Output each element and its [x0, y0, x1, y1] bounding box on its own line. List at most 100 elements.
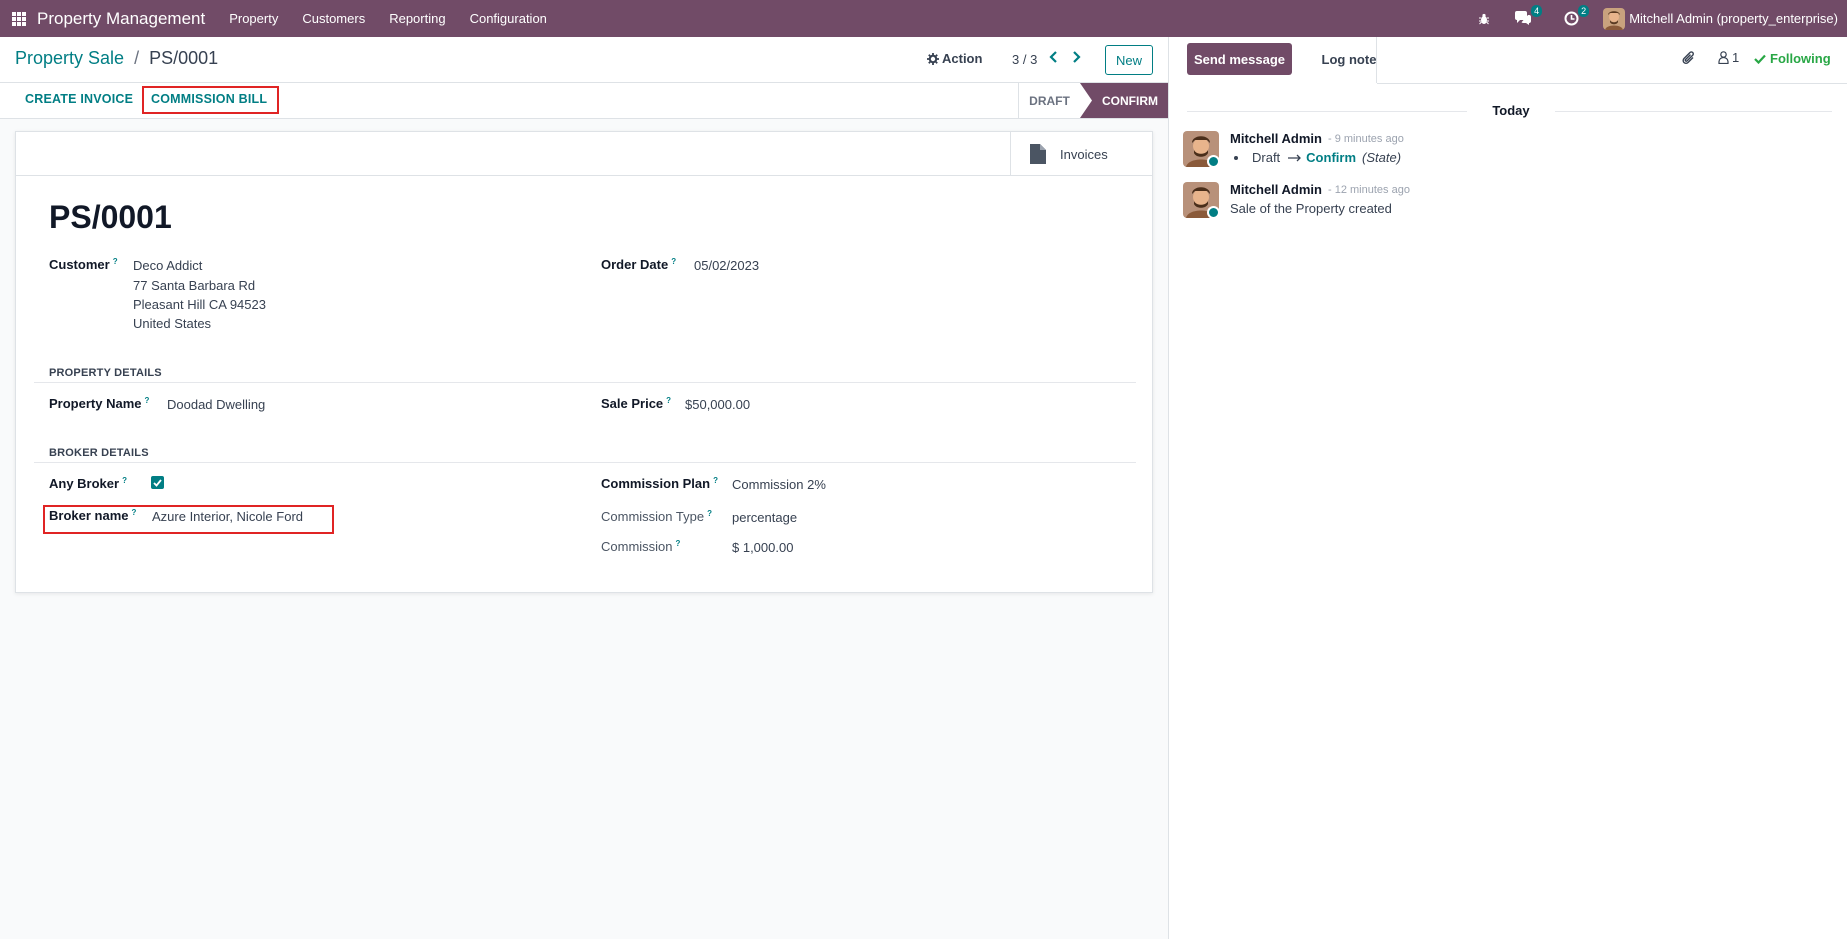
property-name-field[interactable]: Doodad Dwelling: [167, 397, 265, 412]
check-icon: [1754, 54, 1766, 64]
commission-field[interactable]: $ 1,000.00: [732, 540, 793, 555]
any-broker-label: Any Broker?: [49, 476, 127, 491]
form-statusbar: CREATE INVOICE COMMISSION BILL DRAFT CON…: [0, 83, 1168, 119]
pager-previous-icon[interactable]: [1049, 51, 1059, 66]
customer-label: Customer?: [49, 257, 118, 272]
help-icon[interactable]: ?: [676, 539, 681, 548]
commission-plan-label: Commission Plan?: [601, 476, 718, 491]
sale-price-label: Sale Price?: [601, 396, 671, 411]
message-author[interactable]: Mitchell Admin: [1230, 182, 1322, 197]
bullet: [1234, 155, 1238, 160]
customer-address-line: Pleasant Hill CA 94523: [133, 297, 266, 312]
user-menu[interactable]: Mitchell Admin (property_enterprise): [1603, 7, 1838, 30]
gear-icon: [927, 52, 939, 65]
online-status-dot: [1207, 206, 1220, 219]
activity-clock-icon[interactable]: 2: [1564, 5, 1590, 26]
help-icon[interactable]: ?: [131, 508, 136, 517]
help-icon[interactable]: ?: [113, 257, 118, 266]
date-separator-label: Today: [1471, 103, 1551, 118]
menu-reporting[interactable]: Reporting: [377, 11, 457, 26]
any-broker-label-text: Any Broker: [49, 476, 120, 491]
customer-name-link[interactable]: Deco Addict: [133, 258, 202, 273]
breadcrumb-parent[interactable]: Property Sale: [15, 48, 124, 68]
user-icon: [1718, 51, 1729, 64]
app-name[interactable]: Property Management: [37, 9, 205, 29]
commission-type-label: Commission Type?: [601, 509, 712, 524]
messages-badge: 4: [1531, 5, 1543, 17]
log-note-button[interactable]: Log note: [1307, 43, 1391, 75]
user-name: Mitchell Admin (property_enterprise): [1629, 11, 1838, 26]
order-date-label-text: Order Date: [601, 257, 669, 272]
tracking-new-value: Confirm: [1306, 150, 1357, 165]
property-name-label-text: Property Name: [49, 396, 142, 411]
activities-badge: 2: [1578, 5, 1590, 17]
record-title: PS/0001: [49, 199, 172, 235]
order-date-label: Order Date?: [601, 257, 676, 272]
help-icon[interactable]: ?: [707, 509, 712, 518]
commission-type-field[interactable]: percentage: [732, 510, 797, 525]
help-icon[interactable]: ?: [144, 396, 149, 405]
order-date-field[interactable]: 05/02/2023: [694, 258, 759, 273]
sale-price-label-text: Sale Price: [601, 396, 664, 411]
tracking-old-value: Draft: [1252, 150, 1281, 165]
action-label: Action: [942, 51, 983, 66]
stage-draft[interactable]: DRAFT: [1018, 83, 1080, 118]
chatter-panel: Send message Log note 1 Following Today …: [1168, 37, 1847, 939]
broker-details-title: BROKER DETAILS: [49, 447, 149, 459]
apps-grid-icon[interactable]: [12, 11, 26, 26]
broker-name-field[interactable]: Azure Interior, Nicole Ford: [152, 509, 303, 524]
top-navbar: Property Management Property Customers R…: [0, 0, 1847, 37]
help-icon[interactable]: ?: [122, 476, 127, 485]
create-invoice-button[interactable]: CREATE INVOICE: [25, 92, 133, 106]
invoices-label: Invoices: [1060, 146, 1108, 162]
menu-configuration[interactable]: Configuration: [458, 11, 559, 26]
new-record-button[interactable]: New: [1105, 45, 1153, 75]
stage-confirm[interactable]: CONFIRM: [1080, 83, 1168, 118]
tracking-field-name: (State): [1362, 150, 1402, 165]
action-menu-button[interactable]: Action: [927, 51, 982, 66]
broker-name-label-text: Broker name: [49, 508, 129, 523]
arrow-right-icon: [1288, 154, 1302, 161]
help-icon[interactable]: ?: [671, 257, 676, 266]
control-panel: Property Sale / PS/0001 Action 3 / 3 New: [0, 37, 1168, 83]
breadcrumb: Property Sale / PS/0001: [15, 48, 218, 69]
commission-label: Commission?: [601, 539, 680, 554]
paperclip-icon[interactable]: [1682, 50, 1696, 69]
help-icon[interactable]: ?: [666, 396, 671, 405]
debug-bug-icon[interactable]: [1478, 13, 1490, 25]
pager-value[interactable]: 3 / 3: [1012, 52, 1037, 67]
user-avatar: [1603, 7, 1626, 30]
chatter-divider: [1377, 83, 1847, 84]
broker-name-label: Broker name?: [49, 508, 136, 523]
breadcrumb-current: PS/0001: [149, 48, 219, 68]
customer-address-line: 77 Santa Barbara Rd: [133, 278, 256, 293]
document-icon: [1030, 144, 1046, 164]
tracking-value: Draft Confirm (State): [1230, 150, 1401, 165]
breadcrumb-separator: /: [134, 48, 140, 68]
invoices-smart-button[interactable]: Invoices: [1010, 132, 1152, 176]
send-message-button[interactable]: Send message: [1187, 43, 1292, 75]
any-broker-checkbox[interactable]: [151, 476, 164, 489]
commission-label-text: Commission: [601, 539, 673, 554]
message-body: Sale of the Property created: [1230, 201, 1392, 216]
online-status-dot: [1207, 155, 1220, 168]
followers-count: 1: [1732, 50, 1740, 65]
sale-price-field[interactable]: $50,000.00: [685, 397, 750, 412]
menu-customers[interactable]: Customers: [290, 11, 377, 26]
message-author[interactable]: Mitchell Admin: [1230, 131, 1322, 146]
followers-button[interactable]: 1: [1718, 50, 1739, 65]
messaging-icon[interactable]: 4: [1514, 5, 1543, 26]
customer-label-text: Customer: [49, 257, 110, 272]
property-details-title: PROPERTY DETAILS: [49, 367, 162, 379]
checkmark-icon: [153, 478, 162, 487]
commission-plan-label-text: Commission Plan: [601, 476, 711, 491]
help-icon[interactable]: ?: [713, 476, 718, 485]
following-button[interactable]: Following: [1754, 51, 1831, 66]
section-divider: [34, 382, 1136, 383]
pager-next-icon[interactable]: [1071, 51, 1081, 66]
customer-address-line: United States: [133, 316, 212, 331]
commission-plan-field[interactable]: Commission 2%: [732, 477, 826, 492]
following-label: Following: [1770, 51, 1831, 66]
smart-button-box: Invoices: [16, 132, 1152, 176]
menu-property[interactable]: Property: [217, 11, 290, 26]
